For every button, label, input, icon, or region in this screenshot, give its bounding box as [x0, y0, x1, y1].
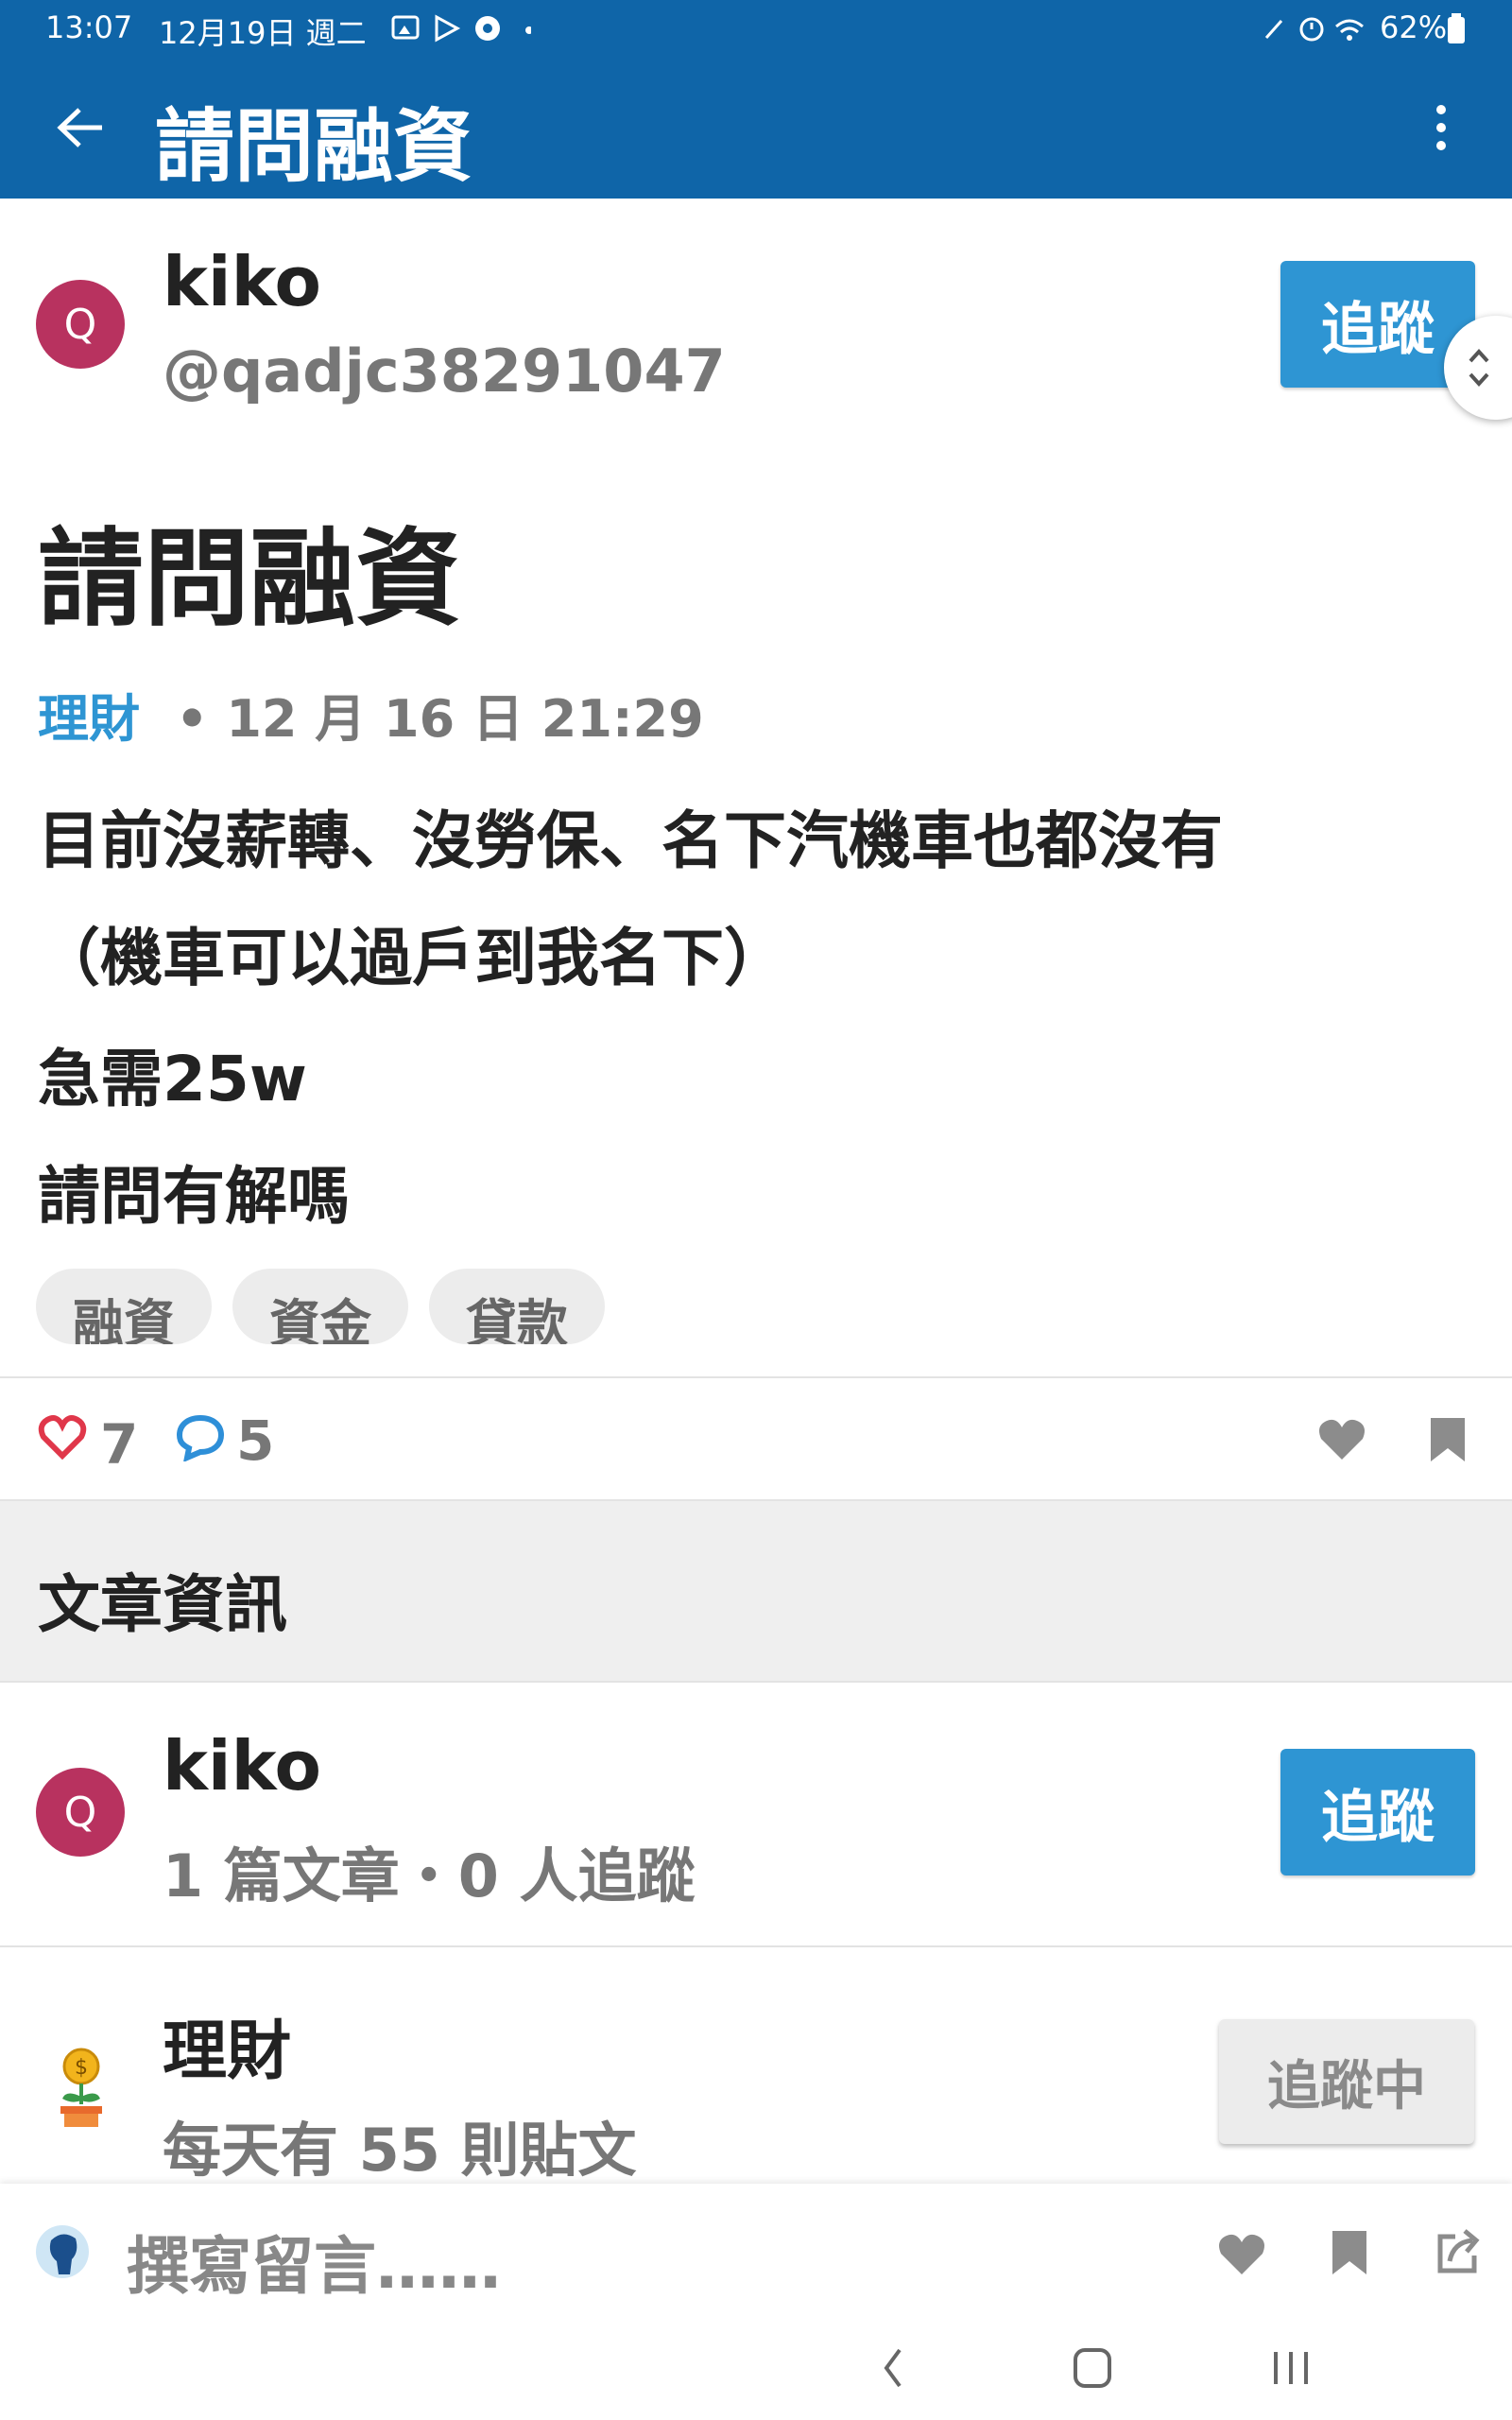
notification-icons: [391, 14, 531, 43]
more-vert-icon[interactable]: [1422, 102, 1460, 153]
wifi-icon: [1335, 19, 1364, 28]
bookmark-icon[interactable]: [1331, 2229, 1368, 2276]
post-body-line: 請問有解嗎: [38, 1160, 350, 1233]
comment-count: 5: [236, 1409, 275, 1473]
comment-bubble-icon: [176, 1414, 225, 1461]
status-time: 13:07: [45, 9, 133, 45]
avatar[interactable]: Q: [36, 280, 125, 369]
battery-icon: [1448, 13, 1465, 43]
following-button-label: 追蹤中: [1267, 2055, 1426, 2118]
following-button[interactable]: 追蹤中: [1219, 2019, 1474, 2144]
app-bar: 請問融資: [0, 57, 1512, 199]
post-body-line: （機車可以過戶到我名下）: [38, 922, 786, 994]
user-avatar-icon: [36, 2225, 89, 2278]
author-card-name[interactable]: kiko: [163, 1726, 321, 1806]
battery-percent: 62%: [1380, 9, 1448, 45]
svg-text:$: $: [75, 2056, 88, 2080]
nav-recents-icon[interactable]: [1270, 2346, 1312, 2390]
article-info-header: 文章資訊: [38, 1568, 287, 1641]
pen-icon: [1264, 20, 1283, 39]
arrow-left-icon[interactable]: [55, 102, 106, 153]
article-info-section: 文章資訊: [0, 1499, 1512, 1683]
follow-button-label: 追蹤: [1321, 1784, 1435, 1851]
post-title: 請問融資: [38, 518, 461, 641]
money-plant-icon: $: [60, 2048, 102, 2127]
bookmark-icon[interactable]: [1429, 1416, 1467, 1463]
play-store-icon: [435, 14, 461, 43]
system-nav-bar: [0, 2325, 1512, 2420]
like-count: 7: [100, 1412, 139, 1477]
board-stats: 每天有 55 則貼文: [163, 2116, 637, 2185]
status-date: 12月19日 週二: [159, 15, 367, 51]
post-timestamp: • 12 月 16 日 21:29: [176, 689, 704, 749]
divider: [0, 1376, 1512, 1378]
share-icon[interactable]: [1435, 2227, 1484, 2276]
scroll-arrows-icon: [1469, 349, 1489, 387]
heart-icon[interactable]: [1317, 1418, 1366, 1461]
status-bar: 13:07 12月19日 週二 62%: [0, 0, 1512, 57]
heart-icon[interactable]: [1217, 2233, 1266, 2276]
board-name[interactable]: 理財: [163, 1998, 291, 2092]
tag-chip[interactable]: 資金: [232, 1269, 408, 1344]
follow-button[interactable]: 追蹤: [1280, 1749, 1475, 1876]
author-handle: @qadjc38291047: [163, 337, 726, 406]
nav-back-icon[interactable]: [879, 2344, 907, 2392]
app-bar-title: 請問融資: [155, 100, 473, 193]
comment-input[interactable]: 撰寫留言……: [127, 2216, 501, 2307]
comment-bar: 撰寫留言……: [0, 2184, 1512, 2325]
avatar-letter: Q: [63, 300, 97, 349]
avatar[interactable]: Q: [36, 1768, 125, 1857]
follow-button-label: 追蹤: [1321, 296, 1435, 363]
post-category[interactable]: 理財: [38, 677, 140, 752]
heart-outline-icon: [38, 1415, 87, 1460]
post-body-line: 急需25w: [38, 1043, 307, 1115]
system-icons: [1264, 17, 1364, 42]
author-card-stats: 1 篇文章・0 人追蹤: [163, 1841, 696, 1910]
author-name[interactable]: kiko: [163, 242, 321, 321]
divider: [0, 1945, 1512, 1947]
tag-chip[interactable]: 貸款: [429, 1269, 605, 1344]
nav-home-icon[interactable]: [1072, 2346, 1113, 2390]
avatar-letter: Q: [63, 1788, 97, 1837]
post-body-line: 目前沒薪轉、沒勞保、名下汽機車也都沒有: [38, 804, 1223, 877]
tag-chip[interactable]: 融資: [36, 1269, 212, 1344]
